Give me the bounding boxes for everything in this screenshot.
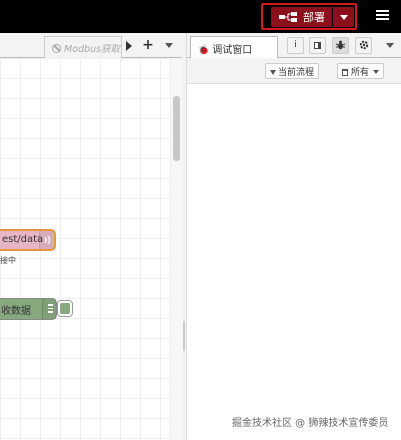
node-status-text: 接中 — [0, 256, 16, 265]
caret-down-icon — [339, 14, 348, 20]
splitter-grip — [183, 321, 185, 351]
canvas-vertical-scrollbar[interactable] — [170, 58, 182, 440]
deploy-options-button[interactable] — [333, 7, 354, 27]
book-icon[interactable] — [309, 37, 326, 54]
debug-messages — [187, 84, 401, 440]
tab-label: Modbus获取设 — [64, 44, 121, 55]
filter-label: 当前流程 — [278, 68, 315, 78]
scrollbar-thumb[interactable] — [173, 96, 180, 161]
sidebar: 🐞 调试窗口 i 当前流程 所有 — [187, 33, 401, 440]
workspace-tabs: Modbus获取设 + — [0, 33, 182, 58]
debug-toolbar: 当前流程 所有 — [187, 58, 401, 84]
node-label: est/data — [2, 234, 44, 245]
gear-icon[interactable] — [355, 37, 372, 54]
disabled-icon — [52, 44, 61, 53]
flow-canvas[interactable]: est/data 接中 收数据 — [0, 58, 170, 440]
clear-label: 所有 — [351, 68, 370, 78]
sidebar-menu-caret[interactable] — [386, 43, 394, 48]
header-bar: 部署 — [0, 0, 401, 33]
add-tab-button[interactable]: + — [140, 37, 156, 53]
watermark: 掘金技术社区 @ 狮辣技术宣传委员 — [232, 418, 389, 429]
hamburger-icon — [375, 10, 389, 12]
bug-icon[interactable] — [332, 37, 349, 54]
main-menu-button[interactable] — [370, 8, 394, 26]
list-icon — [42, 299, 56, 319]
node-red-editor: 部署 Modbus获取设 + est/data — [0, 0, 401, 440]
info-icon[interactable]: i — [287, 37, 304, 54]
debug-toggle-button[interactable] — [57, 300, 73, 317]
filter-button[interactable]: 当前流程 — [265, 63, 320, 79]
tab-list-button[interactable] — [162, 39, 176, 53]
tab-modbus-flow[interactable]: Modbus获取设 — [44, 36, 122, 58]
trash-icon — [342, 69, 348, 76]
sidebar-tabs: 🐞 调试窗口 i — [187, 33, 401, 59]
workspace: Modbus获取设 + est/data 接中 收数据 — [0, 33, 182, 440]
tab-debug-label: 调试窗口 — [212, 45, 253, 56]
clear-button[interactable]: 所有 — [337, 63, 385, 79]
tab-scroll-right-button[interactable] — [124, 39, 134, 53]
deploy-button[interactable]: 部署 — [271, 7, 332, 27]
node-label: 收数据 — [1, 306, 31, 317]
chevron-down-icon — [373, 70, 380, 74]
filter-icon — [270, 70, 276, 75]
debug-node[interactable]: 收数据 — [0, 298, 57, 320]
tab-debug[interactable]: 🐞 调试窗口 — [190, 36, 278, 59]
deploy-label: 部署 — [303, 11, 325, 24]
deploy-icon — [279, 12, 297, 22]
websocket-icon — [39, 231, 54, 249]
http-in-node[interactable]: est/data — [0, 229, 56, 251]
bug-icon: 🐞 — [198, 46, 210, 56]
